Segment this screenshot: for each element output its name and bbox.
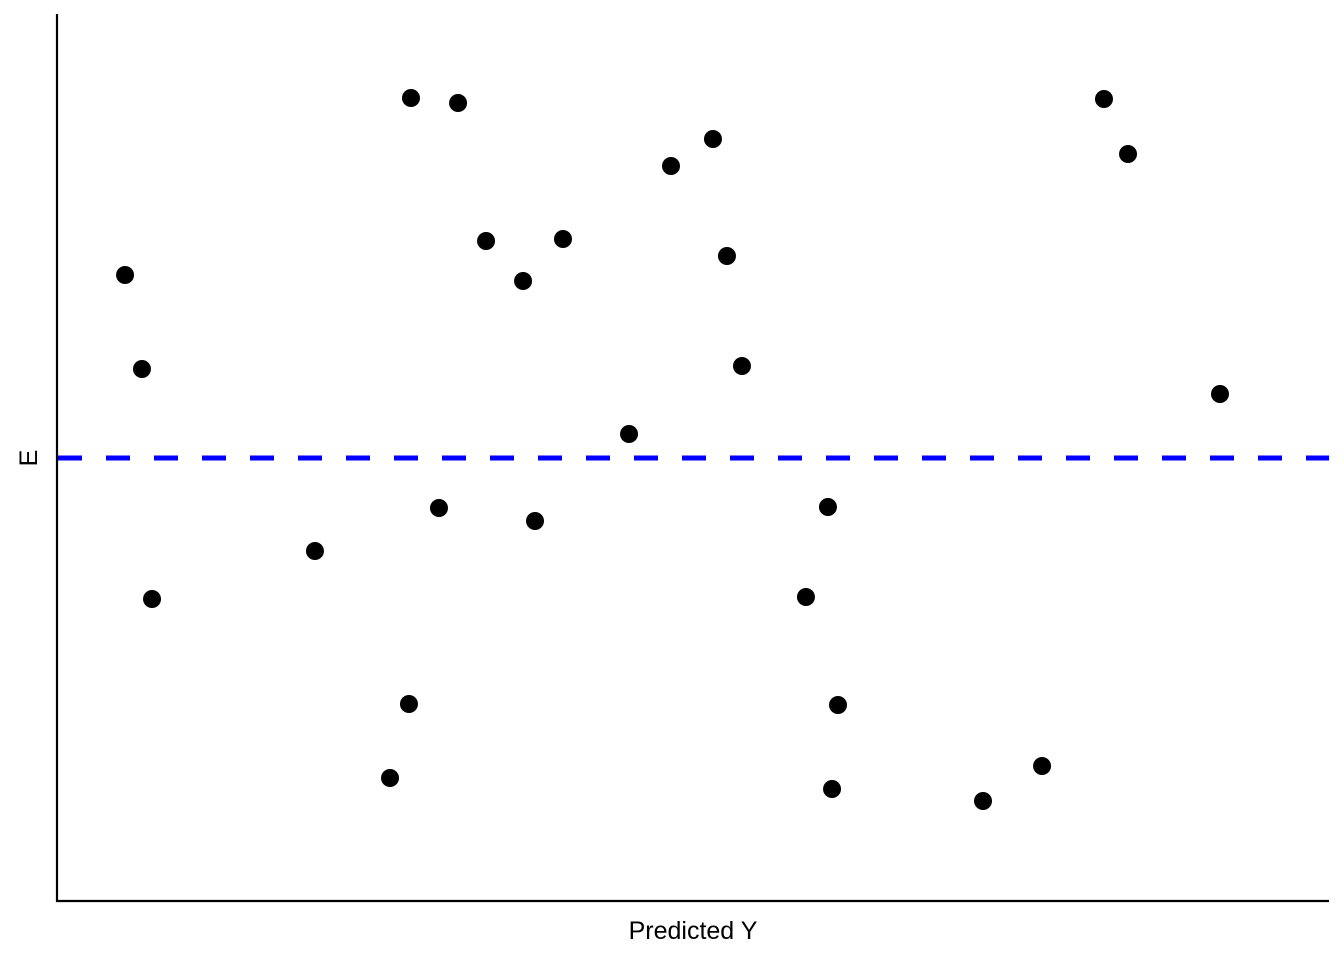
data-point xyxy=(526,512,545,530)
data-point xyxy=(305,542,324,560)
data-point xyxy=(449,94,468,112)
data-point xyxy=(401,89,420,107)
data-point xyxy=(829,696,848,714)
data-point xyxy=(1094,90,1113,108)
data-point xyxy=(429,499,448,517)
data-point xyxy=(514,272,533,290)
data-point xyxy=(1119,145,1138,163)
data-point xyxy=(399,695,418,713)
data-point xyxy=(661,157,680,175)
points-layer xyxy=(116,89,1229,810)
data-point xyxy=(823,780,842,798)
data-point xyxy=(717,247,736,265)
data-point xyxy=(116,266,135,284)
data-point xyxy=(381,769,400,787)
data-point xyxy=(477,232,496,250)
data-point xyxy=(732,357,751,375)
data-point xyxy=(703,130,722,148)
data-point xyxy=(974,792,993,810)
data-point xyxy=(796,588,815,606)
data-point xyxy=(554,230,573,248)
data-point xyxy=(1033,757,1052,775)
data-point xyxy=(143,590,162,608)
data-point xyxy=(818,498,837,516)
data-point xyxy=(1210,385,1229,403)
data-point xyxy=(620,425,639,443)
y-axis-label: E xyxy=(15,450,43,467)
residual-scatter-chart: Predicted Y E xyxy=(15,14,1329,945)
x-axis-label: Predicted Y xyxy=(629,917,758,945)
data-point xyxy=(132,360,151,378)
